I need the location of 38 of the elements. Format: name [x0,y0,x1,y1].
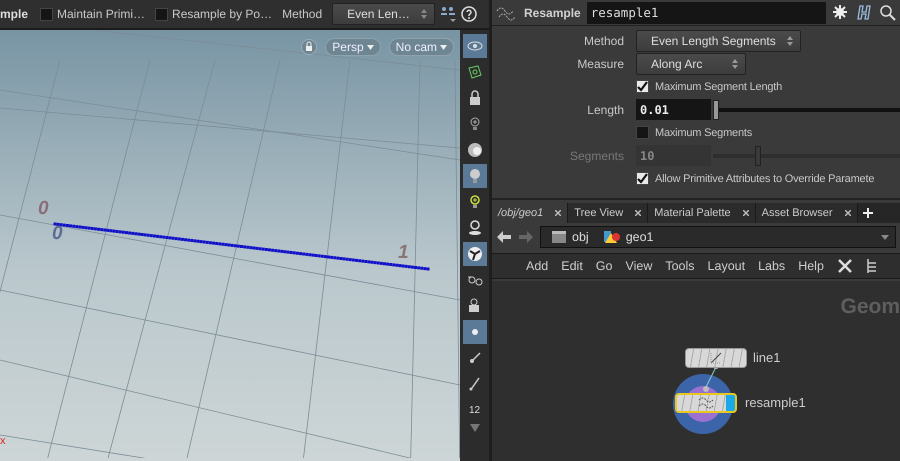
parameter-label: Measure [576,56,624,70]
grid-number: 0 [38,198,49,220]
grid-number: 0 [52,223,63,245]
menu-item[interactable]: Labs [758,259,786,273]
menu-item[interactable]: Help [798,259,824,273]
checkbox-label: Maximum Segments [655,126,752,138]
node-type-label: Resample [524,6,581,20]
grid-number: 1 [398,242,409,264]
pane-tab[interactable]: Asset Browser [756,203,858,223]
parameter-menu[interactable]: Even Length Segments [636,30,801,52]
menu-item[interactable]: Layout [708,259,746,273]
menu-item[interactable]: Edit [561,259,583,273]
value-field[interactable]: 0.01 [636,99,711,120]
path-crumb[interactable]: obj [547,230,593,244]
pane-tab[interactable]: Tree View [568,203,648,223]
menu-item[interactable]: Tools [665,259,695,273]
pane-tab[interactable]: Material Palette [648,203,756,223]
menu-item[interactable]: Add [526,259,548,273]
checkbox-label: Resample by Po… [172,7,272,21]
parameter-menu[interactable]: Along Arc [636,52,746,74]
parameter-label: Length [586,102,624,116]
parameter-label: Method [582,34,624,48]
method-label: Method [282,7,322,21]
pane-tab[interactable]: /obj/geo1 [492,203,568,223]
tool-button[interactable]: 12 [462,398,486,422]
node-label: mple [0,7,28,21]
checkbox-label: Allow Primitive Attributes to Override Paramete [655,172,874,184]
checkbox-label: Maintain Primi… [57,7,146,21]
parameter-label: Segments [568,148,624,162]
checkbox-label: Maximum Segment Length [655,80,782,92]
node-name: line1 [753,350,780,365]
node-name-field[interactable]: resample1 [586,2,826,24]
method-dropdown[interactable]: Even Len… [332,3,435,25]
menu-item[interactable]: View [625,259,652,273]
path-crumb[interactable]: geo1 [598,230,658,244]
node-name: resample1 [745,395,806,410]
menu-item[interactable]: Go [596,259,612,273]
axis-label: x [0,435,6,447]
